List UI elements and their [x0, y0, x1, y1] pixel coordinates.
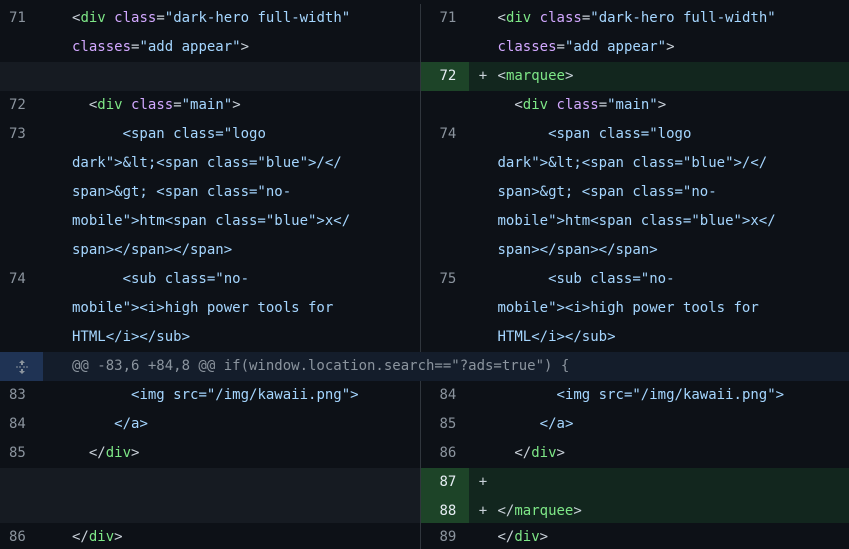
code-line: <span class="logo dark">&lt;<span class=… [72, 126, 351, 258]
line-number[interactable]: 87 [420, 468, 469, 497]
code-line: </marquee> [497, 503, 582, 519]
hunk-header-text: @@ -83,6 +84,8 @@ if(window.location.sea… [72, 358, 570, 374]
code-line: </div> [497, 529, 549, 545]
diff-row: 85 </div> 86 </div> [0, 439, 849, 468]
diff-row: 73 <span class="logo dark">&lt;<span cla… [0, 120, 849, 265]
unfold-icon [15, 359, 28, 374]
code-line: </div> [514, 445, 565, 461]
code-line: <div class="main"> [514, 97, 667, 113]
code-line: <img src="/img/kawaii.png"> [72, 387, 359, 403]
line-number[interactable]: 84 [0, 410, 43, 439]
line-number[interactable]: 72 [0, 91, 43, 120]
split-diff-view: 71 <div class="dark-hero full-width" cla… [0, 0, 849, 549]
code-line: <sub class="no- mobile"><i>high power to… [497, 271, 759, 345]
code-line: <span class="logo dark">&lt;<span class=… [497, 126, 776, 258]
line-number[interactable]: 83 [0, 381, 43, 410]
code-line: <img src="/img/kawaii.png"> [497, 387, 785, 403]
diff-row-added: 88 + </marquee> [0, 497, 849, 523]
expand-hunk-button[interactable] [0, 352, 43, 381]
line-number[interactable]: 74 [421, 120, 469, 265]
diff-row: 84 </a> 85 </a> [0, 410, 849, 439]
line-number[interactable]: 85 [0, 439, 43, 468]
line-number[interactable]: 75 [421, 265, 469, 352]
code-line: <marquee> [497, 68, 574, 84]
line-number[interactable]: 84 [421, 381, 469, 410]
diff-row: 71 <div class="dark-hero full-width" cla… [0, 4, 849, 62]
line-number[interactable]: 72 [420, 62, 469, 91]
diff-row: 74 <sub class="no- mobile"><i>high power… [0, 265, 849, 352]
diff-row-added: 72 + <marquee> [0, 62, 849, 91]
line-number[interactable] [421, 91, 469, 120]
empty-line-placeholder [0, 468, 420, 497]
added-line: 87 + [420, 468, 849, 497]
code-line: </div> [72, 529, 123, 545]
code-line: <sub class="no- mobile"><i>high power to… [72, 271, 334, 345]
added-line: 88 + </marquee> [420, 497, 849, 523]
line-number[interactable]: 86 [0, 523, 43, 549]
added-marker: + [478, 474, 488, 490]
line-number[interactable]: 85 [421, 410, 469, 439]
code-line: </a> [72, 416, 148, 432]
line-number[interactable]: 71 [421, 4, 469, 62]
code-line: <div class="dark-hero full-width" classe… [72, 10, 351, 55]
line-number[interactable]: 88 [420, 497, 469, 523]
empty-line-placeholder [0, 62, 420, 91]
diff-row-added: 87 + [0, 468, 849, 497]
line-number[interactable]: 89 [421, 523, 469, 549]
line-number[interactable]: 73 [0, 120, 43, 265]
hunk-header: @@ -83,6 +84,8 @@ if(window.location.sea… [0, 352, 849, 381]
diff-row: 72 <div class="main"> <div class="main"> [0, 91, 849, 120]
code-line: <div class="dark-hero full-width" classe… [497, 10, 776, 55]
diff-row: 83 <img src="/img/kawaii.png"> 84 <img s… [0, 381, 849, 410]
code-line: <div class="main"> [88, 97, 241, 113]
empty-line-placeholder [0, 497, 420, 523]
line-number[interactable]: 74 [0, 265, 43, 352]
added-line: 72 + <marquee> [420, 62, 849, 91]
added-marker: + [478, 503, 488, 519]
diff-row: 86 </div> 89 </div> [0, 523, 849, 549]
added-marker: + [478, 68, 488, 84]
code-line: </div> [88, 445, 140, 461]
line-number[interactable]: 71 [0, 4, 43, 62]
code-line: </a> [497, 416, 574, 432]
line-number[interactable]: 86 [421, 439, 469, 468]
